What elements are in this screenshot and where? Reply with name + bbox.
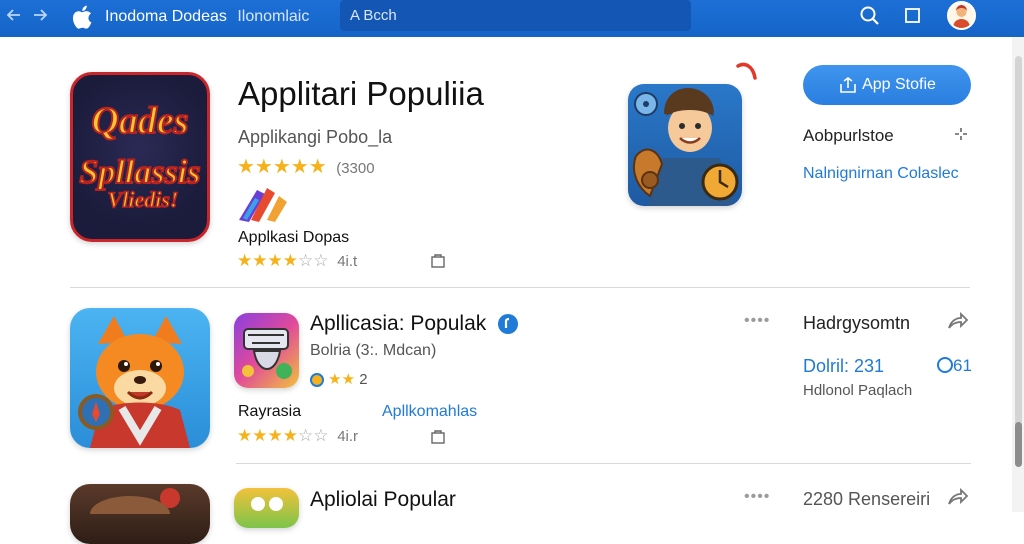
window-title: Inodoma Dodeas Ilonomlaic	[105, 8, 309, 26]
app-subtitle: Ilonomlaic	[237, 8, 310, 25]
row1-price[interactable]: Dolril: 231	[803, 356, 884, 377]
app-store-button-label: App Stofie	[862, 76, 936, 93]
row1-rating-count: 4i.r	[337, 428, 359, 445]
search-input[interactable]	[350, 7, 670, 24]
row1-mini-rating-value: 2	[359, 371, 368, 388]
row1-label-left: Rayrasia	[238, 403, 302, 420]
featured-icon-text-1: Qades	[91, 100, 188, 142]
share-arrow-icon[interactable]	[945, 486, 969, 510]
search-bar[interactable]	[340, 0, 691, 31]
title-bar: Inodoma Dodeas Ilonomlaic	[0, 0, 1024, 37]
more-options-icon[interactable]: ••••	[744, 312, 770, 330]
rocket-app-icon[interactable]	[234, 313, 299, 388]
app-store-button[interactable]: App Stofie	[803, 65, 971, 105]
row1-badge-value: 61	[953, 356, 972, 375]
row1-rating: ★★★★☆☆ 4i.r	[237, 426, 359, 446]
featured-secondary-rating: ★★★★☆☆ 4i.t	[237, 251, 358, 271]
apple-logo-icon[interactable]	[70, 3, 96, 31]
row1-label-right[interactable]: Apllkomahlas	[382, 403, 477, 421]
shopping-bag-icon[interactable]	[430, 252, 446, 268]
share-icon	[840, 77, 856, 93]
featured-subtitle: Applikangi Pobo_la	[238, 127, 393, 147]
store-label: Aobpurlstoe	[803, 126, 894, 145]
row2-right-title: 2280 Rensereiri	[803, 489, 931, 509]
verified-badge-icon	[498, 314, 519, 335]
row1-title-text: Apllicasia: Populak	[310, 312, 487, 335]
notification-arc-icon	[735, 60, 759, 82]
featured-rating: ★★★★★ (3300	[237, 156, 375, 178]
coin-icon	[310, 373, 324, 388]
featured-title[interactable]: Applitari Populiia	[238, 75, 484, 113]
featured-rating-count: (3300	[336, 160, 375, 177]
row1-right-title: Hadrgysomtn	[803, 313, 911, 333]
row1-subtitle: Bolria (3:. Mdcan)	[310, 342, 437, 359]
featured-app-icon[interactable]: Qades Spllassis Vliedis!	[70, 72, 210, 242]
square-window-icon[interactable]	[901, 4, 925, 28]
row1-right-sub: Hdlonol Paqlach	[803, 382, 913, 399]
search-icon[interactable]	[858, 4, 882, 28]
featured-icon-text-3: Vliedis!	[108, 187, 179, 212]
star-icon: ★★★★★	[237, 156, 327, 178]
character-app-icon[interactable]	[628, 84, 742, 206]
scrollbar-thumb[interactable]	[1015, 56, 1022, 436]
row2-title[interactable]: Apliolai Popular	[310, 488, 456, 512]
owl-app-icon[interactable]	[234, 488, 299, 528]
paint-brush-icon	[237, 184, 289, 224]
scrollbar-thumb-active[interactable]	[1015, 422, 1022, 467]
featured-icon-text-2: Spllassis	[80, 154, 201, 191]
forward-arrow-icon[interactable]	[30, 6, 50, 26]
more-options-icon[interactable]: ••••	[744, 488, 770, 506]
app-title: Inodoma Dodeas	[105, 8, 227, 25]
row1-badge[interactable]: 61	[937, 356, 972, 376]
bear-app-icon[interactable]	[70, 484, 210, 544]
back-arrow-icon[interactable]	[4, 6, 24, 26]
fox-app-icon[interactable]	[70, 308, 210, 448]
featured-secondary-label: Applkasi Dopas	[238, 229, 350, 246]
avatar[interactable]	[947, 1, 976, 30]
clock-icon	[937, 357, 953, 373]
section-divider	[70, 287, 970, 288]
collections-link[interactable]: Nalnignirnan Colaslec	[803, 165, 959, 183]
row1-mini-rating: ★★ 2	[310, 370, 368, 388]
shopping-bag-icon[interactable]	[430, 428, 446, 444]
featured-secondary-count: 4i.t	[337, 253, 358, 270]
row1-title[interactable]: Apllicasia: Populak	[310, 312, 519, 336]
row-divider	[236, 463, 971, 464]
share-arrow-icon[interactable]	[945, 310, 969, 334]
sparkle-icon[interactable]	[954, 127, 968, 141]
